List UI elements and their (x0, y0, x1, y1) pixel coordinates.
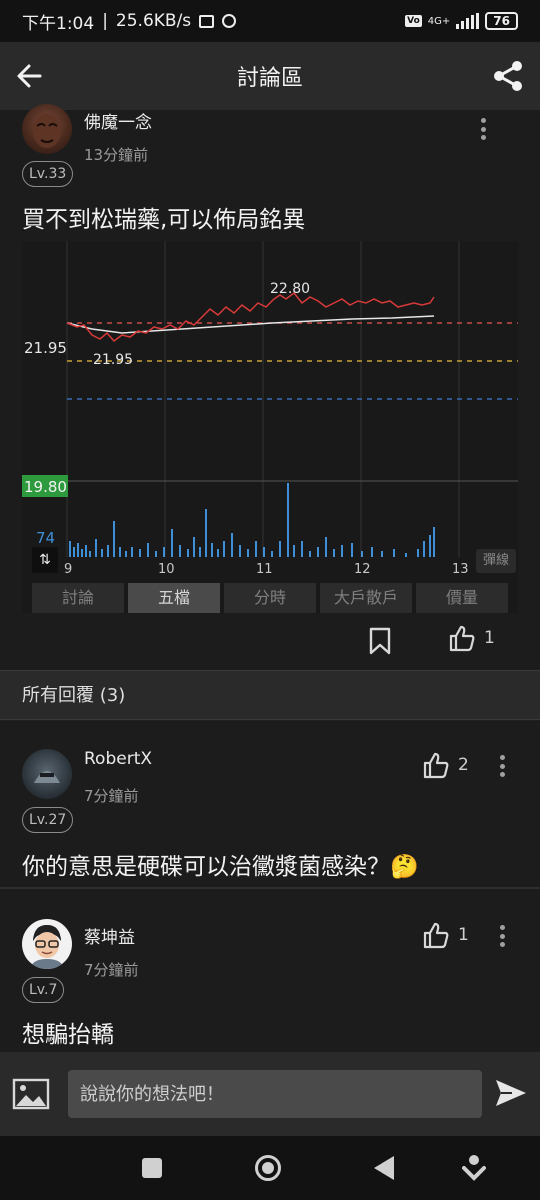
signal-icon (456, 13, 480, 29)
more-button[interactable] (473, 114, 493, 144)
x-tick: 13 (452, 562, 469, 577)
stock-chart[interactable]: 22.80 21.95 21.95 19.80 74 9 10 11 12 13… (22, 241, 518, 613)
like-button[interactable]: 2 (422, 751, 469, 779)
calendar-icon (199, 14, 215, 28)
chart-low-label: 19.80 (24, 478, 67, 496)
avatar[interactable] (22, 749, 72, 799)
chevron-down-icon (462, 1155, 486, 1181)
thumbs-up-icon (423, 752, 449, 779)
x-tick: 9 (64, 562, 72, 577)
float-label[interactable]: 彈線 (476, 549, 516, 573)
replies-header: 所有回覆 (3) (0, 670, 540, 720)
avatar[interactable] (22, 919, 72, 969)
tab-big-small-holders[interactable]: 大戶散戶 (320, 583, 412, 613)
reply-author[interactable]: RobertX (84, 749, 152, 769)
like-count: 2 (458, 755, 469, 775)
tab-discussion[interactable]: 討論 (32, 583, 124, 613)
app-bar: 討論區 (0, 42, 540, 110)
share-button[interactable] (490, 58, 526, 94)
chart-volume-label: 74 (36, 529, 55, 547)
send-button[interactable] (494, 1076, 528, 1110)
volte-icon: Vo (405, 15, 422, 27)
post-author[interactable]: 佛魔一念 (84, 108, 152, 133)
status-speed: 25.6KB/s (115, 11, 192, 31)
chart-canvas: 22.80 21.95 21.95 19.80 74 9 10 11 12 13 (22, 241, 518, 577)
reply-author[interactable]: 蔡坤益 (84, 923, 135, 948)
reply-item: 蔡坤益 7分鐘前 Lv.7 1 想騙抬轎 (0, 889, 540, 1052)
more-dot (480, 135, 486, 140)
more-dot (499, 763, 505, 769)
post-card: 佛魔一念 13分鐘前 Lv.33 買不到松瑞藥,可以佈局銘異 22.80 21.… (0, 104, 540, 670)
reply-time: 7分鐘前 (84, 787, 139, 805)
reply-body: 你的意思是硬碟可以治黴漿菌感染？🤔 (22, 854, 419, 880)
level-badge: Lv.33 (22, 161, 74, 187)
more-dot (480, 126, 486, 132)
level-badge: Lv.27 (22, 807, 74, 833)
x-tick: 12 (354, 562, 371, 577)
bookmark-button[interactable] (368, 626, 392, 656)
more-dot (499, 772, 505, 777)
back-button[interactable] (12, 58, 48, 94)
arrow-left-icon (17, 64, 42, 88)
share-icon (494, 61, 522, 91)
more-vertical-icon (499, 925, 505, 930)
more-vertical-icon (499, 755, 505, 760)
network-type: 4G+ (427, 15, 451, 27)
avatar-face-icon (33, 114, 61, 148)
status-separator: | (102, 11, 108, 31)
like-count: 1 (458, 925, 469, 945)
x-tick: 11 (256, 562, 273, 577)
tab-order-book[interactable]: 五檔 (128, 583, 220, 613)
recents-button[interactable] (142, 1158, 162, 1178)
more-button[interactable] (492, 751, 512, 781)
status-bar: 下午1:04 | 25.6KB/s Vo 4G+ 76 (0, 0, 540, 42)
level-badge: Lv.7 (22, 977, 65, 1003)
swap-icon[interactable]: ⇅ (32, 547, 58, 573)
home-button[interactable] (255, 1155, 281, 1181)
more-dot (499, 942, 505, 947)
comment-input[interactable] (68, 1070, 482, 1118)
thumbs-up-icon (449, 625, 475, 652)
status-time: 下午1:04 (22, 13, 95, 34)
battery-icon: 76 (485, 12, 518, 30)
chart-ref-inline-label: 21.95 (93, 352, 133, 368)
home-icon (262, 1162, 274, 1174)
like-count: 1 (484, 628, 495, 648)
bookmark-icon (369, 627, 391, 655)
chart-ref-left-label: 21.95 (24, 339, 67, 357)
post-body: 買不到松瑞藥,可以佈局銘異 (22, 207, 306, 233)
thumbs-up-icon (423, 922, 449, 949)
tab-price-volume[interactable]: 價量 (416, 583, 508, 613)
tab-intraday[interactable]: 分時 (224, 583, 316, 613)
page-title: 討論區 (236, 66, 303, 91)
reply-item: RobertX 7分鐘前 Lv.27 2 你的意思是硬碟可以治黴漿菌感染？🤔 (0, 721, 540, 887)
more-button[interactable] (492, 921, 512, 951)
reply-time: 7分鐘前 (84, 961, 139, 979)
comment-bar (0, 1052, 540, 1136)
image-icon (12, 1078, 50, 1110)
image-button[interactable] (12, 1078, 50, 1110)
avatar[interactable] (22, 104, 72, 154)
like-button[interactable]: 1 (448, 624, 495, 652)
x-tick: 10 (158, 562, 175, 577)
like-button[interactable]: 1 (422, 921, 469, 949)
back-nav-button[interactable] (374, 1156, 394, 1180)
assistant-button[interactable] (462, 1154, 486, 1182)
layers-icon (222, 14, 237, 28)
avatar-robot-icon (34, 771, 60, 783)
avatar-person-icon (30, 925, 64, 969)
send-icon (496, 1080, 526, 1106)
post-time: 13分鐘前 (84, 146, 149, 164)
more-vertical-icon (480, 118, 486, 123)
system-nav-bar (0, 1136, 540, 1200)
chart-tabs: 討論 五檔 分時 大戶散戶 價量 (32, 583, 508, 613)
chart-high-label: 22.80 (270, 281, 310, 297)
reply-body: 想騙抬轎 (22, 1022, 114, 1048)
more-dot (499, 933, 505, 939)
